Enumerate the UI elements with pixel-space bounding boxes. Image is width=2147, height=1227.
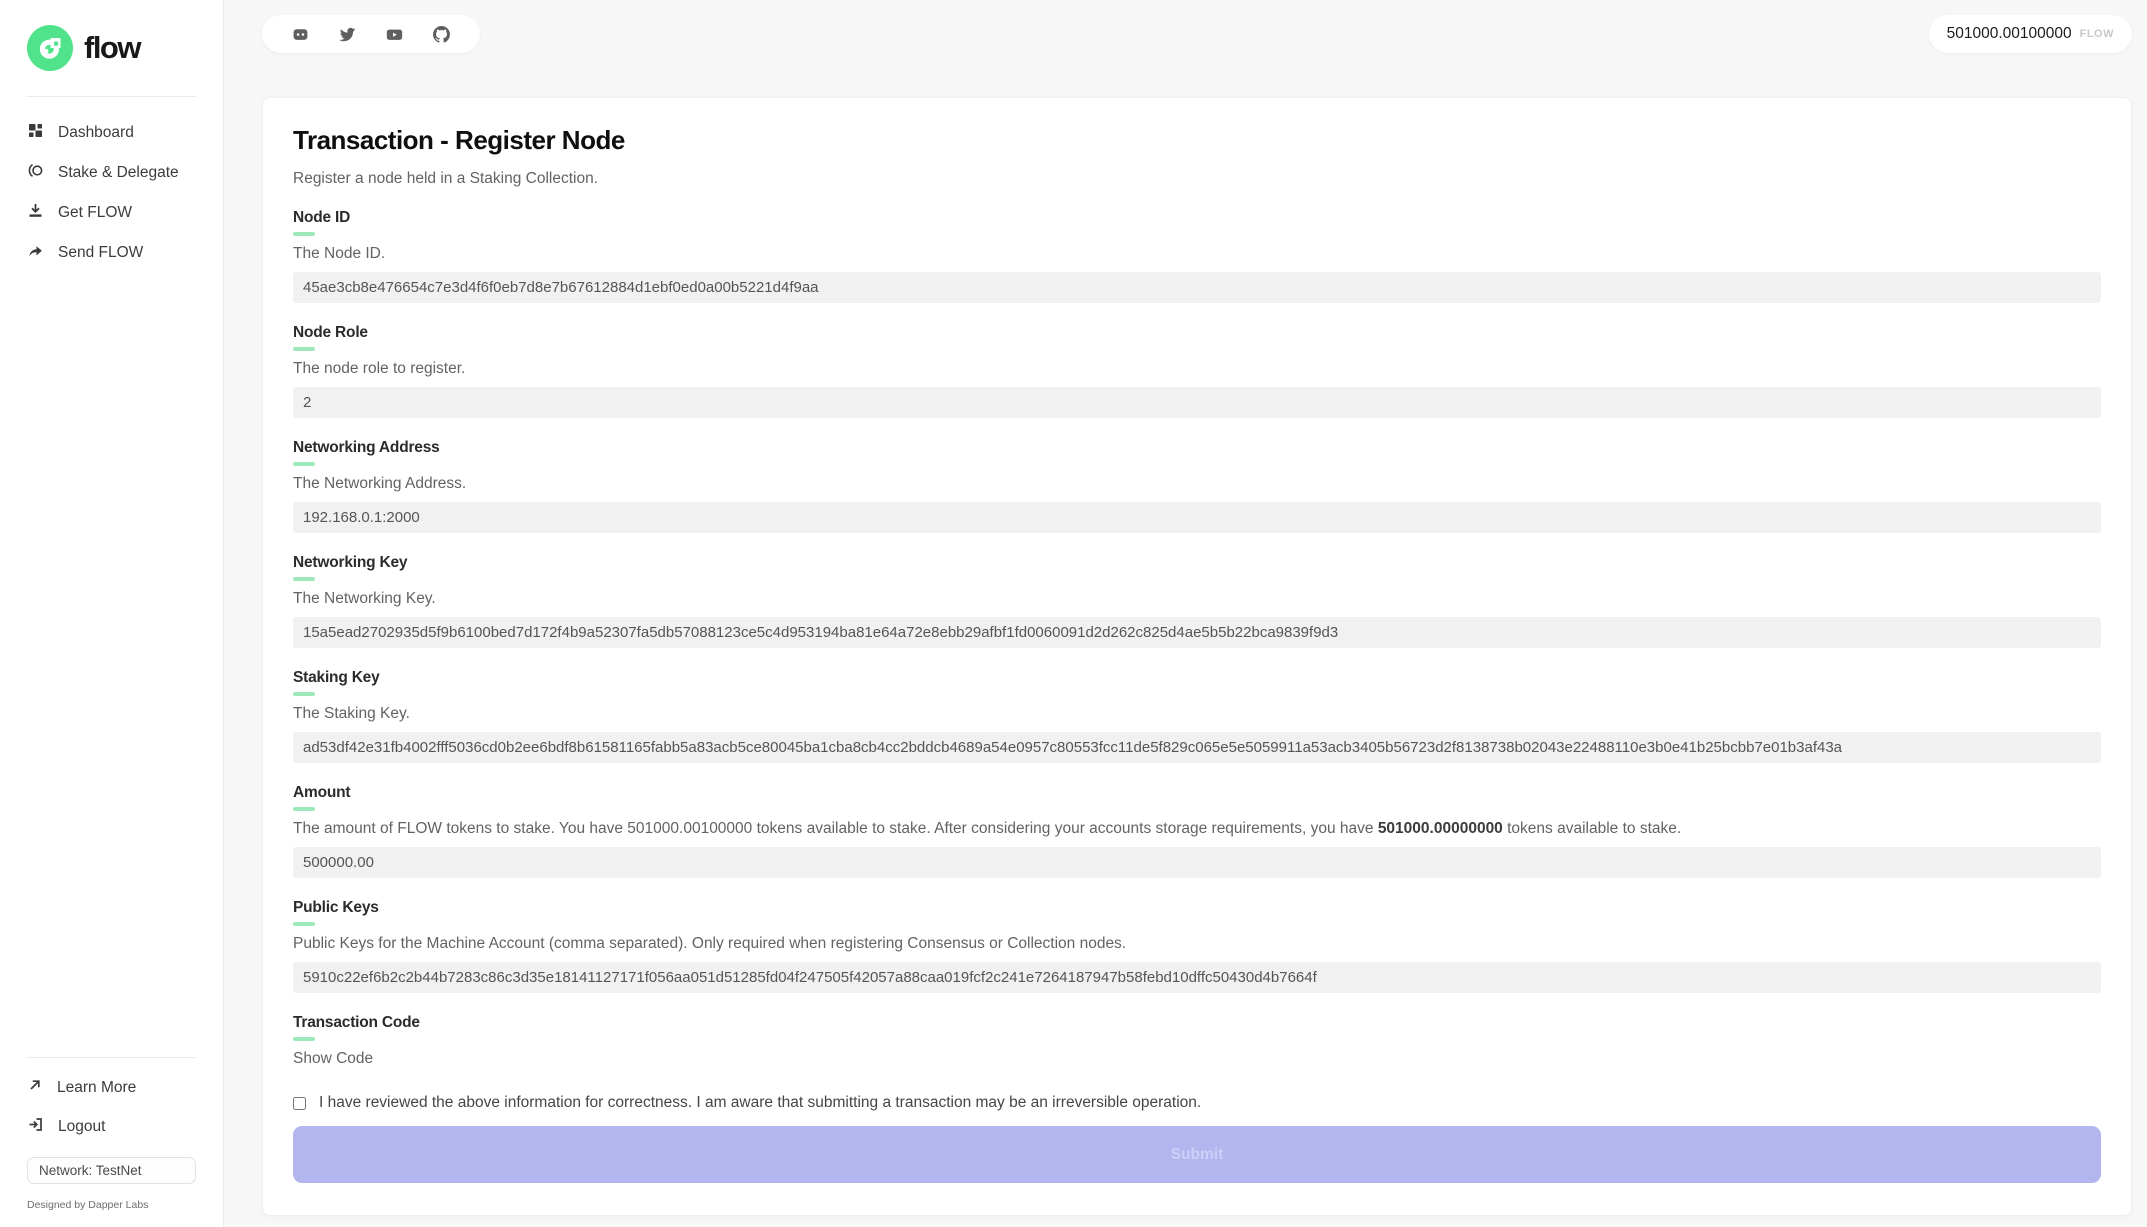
sidebar-item-label: Get FLOW — [58, 204, 132, 222]
sidebar-item-learn-more[interactable]: Learn More — [0, 1068, 223, 1107]
field-public-keys: Public Keys Public Keys for the Machine … — [293, 899, 2101, 993]
confirmation-row: I have reviewed the above information fo… — [293, 1094, 2101, 1112]
field-label: Staking Key — [293, 669, 2101, 687]
field-description: The node role to register. — [293, 360, 2101, 378]
sidebar-divider-bottom — [27, 1057, 196, 1058]
label-underline — [293, 692, 315, 696]
label-underline — [293, 1037, 315, 1041]
networking-key-input[interactable] — [293, 617, 2101, 648]
label-underline — [293, 347, 315, 351]
dashboard-icon — [27, 122, 44, 144]
flow-wordmark: flow — [84, 30, 140, 66]
field-transaction-code: Transaction Code Show Code — [293, 1014, 2101, 1068]
field-description: The Node ID. — [293, 245, 2101, 263]
confirmation-checkbox[interactable] — [293, 1097, 306, 1110]
label-underline — [293, 462, 315, 466]
sidebar-item-label: Stake & Delegate — [58, 164, 179, 182]
transaction-card: Transaction - Register Node Register a n… — [262, 97, 2132, 1216]
field-networking-address: Networking Address The Networking Addres… — [293, 439, 2101, 533]
download-icon — [27, 202, 44, 224]
balance-amount: 501000.00100000 — [1947, 25, 2072, 43]
sidebar: flow Dashboard Stake & Delegate — [0, 0, 224, 1227]
label-underline — [293, 232, 315, 236]
field-description: The Staking Key. — [293, 705, 2101, 723]
field-label: Networking Key — [293, 554, 2101, 572]
field-description: The Networking Address. — [293, 475, 2101, 493]
sidebar-item-label: Dashboard — [58, 124, 134, 142]
amount-available-bold: 501000.00000000 — [1378, 820, 1503, 837]
page-subtitle: Register a node held in a Staking Collec… — [293, 170, 2101, 188]
field-description: The amount of FLOW tokens to stake. You … — [293, 820, 2101, 838]
flow-logo[interactable]: flow — [0, 0, 223, 71]
sidebar-item-send-flow[interactable]: Send FLOW — [0, 233, 223, 273]
balance-currency: FLOW — [2080, 28, 2114, 40]
topbar: 501000.00100000 FLOW — [262, 15, 2132, 53]
field-label: Node ID — [293, 209, 2101, 227]
public-keys-input[interactable] — [293, 962, 2101, 993]
field-description: The Networking Key. — [293, 590, 2101, 608]
field-description: Public Keys for the Machine Account (com… — [293, 935, 2101, 953]
amount-desc-pre: The amount of FLOW tokens to stake. You … — [293, 820, 1378, 837]
staking-key-input[interactable] — [293, 732, 2101, 763]
field-label: Node Role — [293, 324, 2101, 342]
amount-input[interactable] — [293, 847, 2101, 878]
page-title: Transaction - Register Node — [293, 125, 2101, 156]
youtube-icon[interactable] — [386, 26, 403, 43]
field-amount: Amount The amount of FLOW tokens to stak… — [293, 784, 2101, 878]
node-role-input[interactable] — [293, 387, 2101, 418]
sidebar-item-get-flow[interactable]: Get FLOW — [0, 193, 223, 233]
sidebar-item-label: Learn More — [57, 1079, 136, 1097]
sidebar-item-label: Send FLOW — [58, 244, 143, 262]
field-node-role: Node Role The node role to register. — [293, 324, 2101, 418]
sidebar-nav: Dashboard Stake & Delegate Get FLOW — [0, 113, 223, 273]
node-id-input[interactable] — [293, 272, 2101, 303]
field-networking-key: Networking Key The Networking Key. — [293, 554, 2101, 648]
github-icon[interactable] — [433, 26, 450, 43]
send-icon — [27, 242, 44, 264]
networking-address-input[interactable] — [293, 502, 2101, 533]
flow-logo-icon — [27, 25, 73, 71]
sidebar-item-logout[interactable]: Logout — [0, 1107, 223, 1147]
label-underline — [293, 807, 315, 811]
show-code-link[interactable]: Show Code — [293, 1050, 373, 1068]
sidebar-footer: Learn More Logout Network: TestNet Desig… — [0, 1057, 223, 1227]
network-badge: Network: TestNet — [27, 1157, 196, 1184]
logout-icon — [27, 1116, 44, 1138]
discord-icon[interactable] — [292, 26, 309, 43]
label-underline — [293, 922, 315, 926]
field-node-id: Node ID The Node ID. — [293, 209, 2101, 303]
social-links-pill — [262, 15, 480, 53]
main-area: 501000.00100000 FLOW Transaction - Regis… — [224, 0, 2147, 1227]
credit-text: Designed by Dapper Labs — [27, 1199, 196, 1211]
field-label: Transaction Code — [293, 1014, 2101, 1032]
balance-pill: 501000.00100000 FLOW — [1929, 15, 2132, 53]
confirmation-label: I have reviewed the above information fo… — [319, 1094, 1201, 1112]
sidebar-item-label: Logout — [58, 1118, 105, 1136]
sidebar-item-dashboard[interactable]: Dashboard — [0, 113, 223, 153]
twitter-icon[interactable] — [339, 26, 356, 43]
field-label: Amount — [293, 784, 2101, 802]
sidebar-item-stake-delegate[interactable]: Stake & Delegate — [0, 153, 223, 193]
field-label: Public Keys — [293, 899, 2101, 917]
amount-desc-post: tokens available to stake. — [1503, 820, 1681, 837]
field-label: Networking Address — [293, 439, 2101, 457]
label-underline — [293, 577, 315, 581]
stake-icon — [27, 162, 44, 184]
external-link-icon — [27, 1077, 43, 1098]
sidebar-divider-top — [27, 96, 196, 97]
submit-button[interactable]: Submit — [293, 1126, 2101, 1183]
field-staking-key: Staking Key The Staking Key. — [293, 669, 2101, 763]
